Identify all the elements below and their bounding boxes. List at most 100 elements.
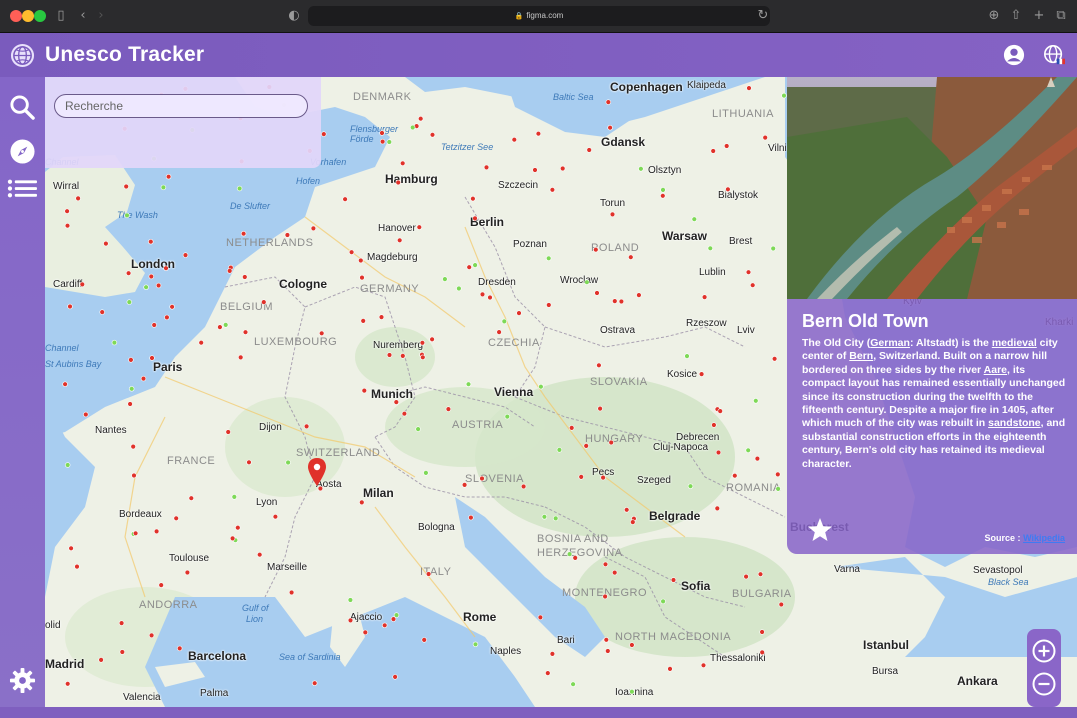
- cultural-site-marker[interactable]: [612, 298, 618, 304]
- tab-overview-icon[interactable]: ⧉: [1052, 7, 1070, 25]
- minimize-window-button[interactable]: [22, 10, 34, 22]
- cultural-site-marker[interactable]: [319, 330, 325, 336]
- natural-site-marker[interactable]: [691, 216, 697, 222]
- cultural-site-marker[interactable]: [714, 505, 720, 512]
- compass-icon[interactable]: [9, 138, 36, 165]
- cultural-site-marker[interactable]: [578, 474, 584, 480]
- natural-site-marker[interactable]: [231, 494, 238, 500]
- cultural-site-marker[interactable]: [227, 268, 233, 274]
- link-aare[interactable]: Aare: [984, 364, 1007, 376]
- link-german[interactable]: German: [870, 337, 910, 349]
- cultural-site-marker[interactable]: [746, 85, 752, 91]
- cultural-site-marker[interactable]: [165, 173, 172, 180]
- cultural-site-marker[interactable]: [75, 195, 81, 202]
- cultural-site-marker[interactable]: [359, 274, 365, 281]
- cultural-site-marker[interactable]: [163, 265, 169, 271]
- cultural-site-marker[interactable]: [123, 183, 129, 190]
- cultural-site-marker[interactable]: [611, 569, 618, 576]
- cultural-site-marker[interactable]: [608, 439, 614, 446]
- cultural-site-marker[interactable]: [520, 483, 527, 490]
- cultural-site-marker[interactable]: [549, 651, 556, 657]
- cultural-site-marker[interactable]: [594, 290, 600, 296]
- natural-site-marker[interactable]: [415, 426, 421, 432]
- cultural-site-marker[interactable]: [118, 620, 125, 626]
- cultural-site-marker[interactable]: [749, 282, 756, 288]
- cultural-site-marker[interactable]: [188, 495, 195, 501]
- natural-site-marker[interactable]: [781, 92, 787, 99]
- cultural-site-marker[interactable]: [148, 273, 155, 280]
- cultural-site-marker[interactable]: [711, 422, 717, 428]
- cultural-site-marker[interactable]: [479, 475, 485, 482]
- cultural-site-marker[interactable]: [130, 443, 136, 450]
- cultural-site-marker[interactable]: [395, 179, 401, 186]
- cultural-site-marker[interactable]: [628, 254, 634, 260]
- cultural-site-marker[interactable]: [603, 637, 609, 643]
- cultural-site-marker[interactable]: [717, 408, 723, 414]
- cultural-site-marker[interactable]: [169, 304, 175, 310]
- cultural-site-marker[interactable]: [425, 571, 432, 577]
- natural-site-marker[interactable]: [236, 185, 243, 192]
- cultural-site-marker[interactable]: [379, 130, 385, 136]
- cultural-site-marker[interactable]: [416, 224, 422, 230]
- cultural-site-marker[interactable]: [593, 247, 599, 253]
- natural-site-marker[interactable]: [566, 551, 573, 557]
- cultural-site-marker[interactable]: [164, 314, 170, 321]
- cultural-site-marker[interactable]: [79, 281, 85, 288]
- link-sandstone[interactable]: sandstone: [988, 417, 1041, 429]
- maximize-window-button[interactable]: [34, 10, 46, 22]
- new-tab-icon[interactable]: +: [1030, 7, 1048, 25]
- cultural-site-marker[interactable]: [757, 571, 764, 577]
- natural-site-marker[interactable]: [770, 245, 776, 252]
- cultural-site-marker[interactable]: [532, 167, 538, 173]
- cultural-site-marker[interactable]: [358, 257, 364, 264]
- share-icon[interactable]: ⇧: [1007, 7, 1025, 25]
- natural-site-marker[interactable]: [472, 641, 479, 647]
- natural-site-marker[interactable]: [541, 514, 548, 520]
- cultural-site-marker[interactable]: [602, 593, 608, 600]
- cultural-site-marker[interactable]: [710, 148, 716, 154]
- natural-site-marker[interactable]: [660, 598, 666, 605]
- natural-site-marker[interactable]: [223, 322, 229, 328]
- cultural-site-marker[interactable]: [723, 143, 730, 149]
- cultural-site-marker[interactable]: [609, 211, 616, 218]
- cultural-site-marker[interactable]: [605, 99, 611, 105]
- list-icon[interactable]: [7, 176, 38, 203]
- cultural-site-marker[interactable]: [586, 147, 592, 153]
- cultural-site-marker[interactable]: [148, 239, 154, 245]
- cultural-site-marker[interactable]: [630, 519, 636, 525]
- source-link[interactable]: Wikipedia: [1023, 533, 1065, 543]
- natural-site-marker[interactable]: [128, 386, 135, 392]
- cultural-site-marker[interactable]: [217, 324, 223, 330]
- cultural-site-marker[interactable]: [257, 552, 263, 558]
- search-icon[interactable]: [9, 94, 36, 121]
- cultural-site-marker[interactable]: [246, 459, 252, 465]
- cultural-site-marker[interactable]: [429, 336, 435, 342]
- cultural-site-marker[interactable]: [429, 132, 436, 138]
- natural-site-marker[interactable]: [504, 413, 510, 420]
- cultural-site-marker[interactable]: [119, 649, 126, 655]
- address-bar[interactable]: 🔒 figma.com: [308, 6, 770, 26]
- cultural-site-marker[interactable]: [321, 131, 327, 137]
- natural-site-marker[interactable]: [393, 612, 400, 618]
- natural-site-marker[interactable]: [472, 262, 478, 268]
- cultural-site-marker[interactable]: [288, 589, 295, 596]
- cultural-site-marker[interactable]: [225, 429, 231, 435]
- reload-icon[interactable]: ↻: [754, 7, 772, 25]
- cultural-site-marker[interactable]: [74, 563, 80, 570]
- globe-logo-icon[interactable]: [10, 43, 35, 68]
- cultural-site-marker[interactable]: [667, 666, 673, 672]
- natural-site-marker[interactable]: [111, 339, 118, 346]
- cultural-site-marker[interactable]: [600, 474, 606, 481]
- map-pin-icon[interactable]: [308, 458, 326, 486]
- cultural-site-marker[interactable]: [348, 249, 355, 255]
- cultural-site-marker[interactable]: [240, 231, 247, 237]
- cultural-site-marker[interactable]: [754, 455, 761, 462]
- natural-site-marker[interactable]: [442, 276, 448, 282]
- cultural-site-marker[interactable]: [607, 124, 613, 131]
- cultural-site-marker[interactable]: [461, 482, 468, 488]
- cultural-site-marker[interactable]: [421, 637, 427, 643]
- cultural-site-marker[interactable]: [360, 318, 366, 324]
- search-input[interactable]: [54, 94, 308, 118]
- natural-site-marker[interactable]: [538, 384, 544, 390]
- cultural-site-marker[interactable]: [153, 528, 160, 535]
